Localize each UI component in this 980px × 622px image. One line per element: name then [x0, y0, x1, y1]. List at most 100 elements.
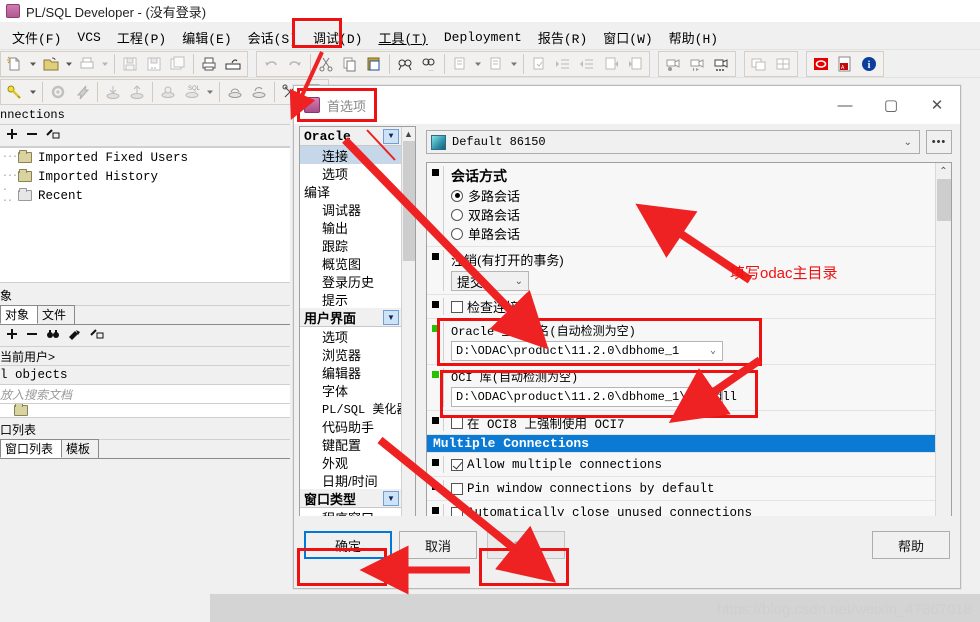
options-scrollbar[interactable]: ⌃ ⌄ [935, 163, 951, 546]
object-properties-icon[interactable] [90, 328, 104, 343]
paste-icon[interactable] [362, 52, 386, 76]
menu-deployment[interactable]: Deployment [436, 28, 530, 47]
scrollbar-thumb[interactable] [403, 141, 415, 261]
force-oci7-checkbox-row[interactable]: 在 OCI8 上强制使用 OCI7 [451, 414, 935, 432]
checkbox-icon[interactable] [451, 458, 463, 471]
category-header-window-types[interactable]: 窗口类型 ▼ [300, 489, 401, 508]
connection-properties-icon[interactable] [46, 128, 60, 143]
apply-button[interactable]: 应用 [487, 531, 565, 559]
minimize-button[interactable]: — [822, 86, 868, 124]
cut-icon[interactable] [314, 52, 338, 76]
cancel-button[interactable]: 取消 [399, 531, 477, 559]
menu-file[interactable]: 文件(F) [4, 26, 69, 49]
checkbox-icon[interactable] [451, 416, 463, 429]
about-icon[interactable]: i [857, 52, 881, 76]
oracle-home-field[interactable]: D:\ODAC\product\11.2.0\dbhome_1 ⌄ [451, 341, 723, 361]
checkbox-icon[interactable] [451, 482, 463, 495]
current-user-row[interactable]: 当前用户> [0, 347, 290, 366]
menu-vcs[interactable]: VCS [69, 28, 108, 47]
radio-icon[interactable] [451, 227, 463, 240]
checkbox-icon[interactable] [451, 300, 463, 313]
pin-window-checkbox-row[interactable]: Pin window connections by default [451, 480, 935, 497]
filter-icon[interactable] [68, 328, 82, 343]
remove-connection-icon[interactable] [26, 128, 38, 143]
scroll-up-icon[interactable]: ⌃ [936, 163, 951, 179]
tree-node-recent[interactable]: · ·· Recent [0, 185, 290, 207]
ok-button[interactable]: 确定 [304, 531, 392, 559]
open-icon[interactable] [39, 52, 63, 76]
category-item-overview[interactable]: 概览图 [300, 254, 401, 272]
help-button[interactable]: 帮助 [872, 531, 950, 559]
radio-multi-session[interactable]: 多路会话 [451, 186, 935, 205]
category-header-oracle[interactable]: Oracle ▼ [300, 127, 401, 146]
printer-setup-icon[interactable] [221, 52, 245, 76]
category-item-options[interactable]: 选项 [300, 164, 401, 182]
login-dropdown-icon[interactable] [27, 80, 39, 104]
oci-library-field[interactable]: D:\ODAC\product\11.2.0\dbhome_1\oci.dll … [451, 387, 737, 407]
category-item-editor[interactable]: 编辑器 [300, 363, 401, 381]
tree-node-imported-history[interactable]: ···· Imported History [0, 167, 290, 186]
category-item-hints[interactable]: 提示 [300, 290, 401, 308]
category-item-code-assistant[interactable]: 代码助手 [300, 417, 401, 435]
tab-window-list[interactable]: 窗口列表 [0, 439, 63, 458]
allow-multiple-checkbox-row[interactable]: Allow multiple connections [451, 456, 935, 473]
macro-options-icon[interactable] [709, 52, 733, 76]
tree-node-imported-fixed-users[interactable]: ···· Imported Fixed Users [0, 148, 290, 167]
preference-set-combo[interactable]: Default 86150 ⌄ [426, 130, 920, 154]
pdf-export-icon[interactable]: A [833, 52, 857, 76]
menu-edit[interactable]: 编辑(E) [174, 26, 239, 49]
category-item-browser[interactable]: 浏览器 [300, 345, 401, 363]
tab-files[interactable]: 文件 [37, 305, 76, 324]
radio-icon[interactable] [451, 208, 463, 221]
menu-report[interactable]: 报告(R) [530, 26, 595, 49]
category-item-fonts[interactable]: 字体 [300, 381, 401, 399]
menu-debug[interactable]: 调试(D) [305, 26, 370, 49]
chevron-down-icon[interactable]: ▼ [383, 309, 399, 325]
scrollbar-thumb[interactable] [937, 179, 951, 221]
menu-session[interactable]: 会话(S) [240, 26, 305, 49]
category-item-date-time[interactable]: 日期/时间 [300, 471, 401, 489]
menu-window[interactable]: 窗口(W) [595, 26, 660, 49]
object-search-input[interactable]: 放入搜索文档 [0, 385, 290, 404]
find-icon[interactable] [393, 52, 417, 76]
category-scrollbar[interactable]: ▲ ▼ [401, 127, 415, 548]
add-object-icon[interactable] [6, 328, 18, 343]
open-dropdown-icon[interactable] [63, 52, 75, 76]
category-header-user-interface[interactable]: 用户界面 ▼ [300, 308, 401, 327]
chevron-down-icon[interactable]: ⌄ [710, 391, 716, 403]
category-item-login-history[interactable]: 登录历史 [300, 272, 401, 290]
radio-icon[interactable] [451, 189, 463, 202]
new-dropdown-icon[interactable] [27, 52, 39, 76]
stop-icon[interactable] [809, 52, 833, 76]
check-connection-checkbox-row[interactable]: 检查连接 [451, 298, 935, 315]
chevron-down-icon[interactable]: ⌄ [904, 137, 912, 148]
category-item-output[interactable]: 输出 [300, 218, 401, 236]
menu-help[interactable]: 帮助(H) [661, 26, 726, 49]
category-item-key-configuration[interactable]: 键配置 [300, 435, 401, 453]
category-item-ui-options[interactable]: 选项 [300, 327, 401, 345]
radio-dual-session[interactable]: 双路会话 [451, 205, 935, 224]
find-next-icon[interactable]: … [417, 52, 441, 76]
category-item-trace[interactable]: 跟踪 [300, 236, 401, 254]
category-item-debugger[interactable]: 调试器 [300, 200, 401, 218]
recent-folder-row[interactable] [0, 404, 290, 418]
menu-project[interactable]: 工程(P) [109, 26, 174, 49]
remove-object-icon[interactable] [26, 328, 38, 343]
tab-objects[interactable]: 对象 [0, 305, 39, 324]
print-preview-icon[interactable] [197, 52, 221, 76]
menu-tools[interactable]: 工具(T) [370, 26, 435, 49]
category-item-compile[interactable]: 编译 [300, 182, 401, 200]
logoff-combo[interactable]: 提交 ⌄ [451, 271, 529, 291]
maximize-button[interactable]: ▢ [868, 86, 914, 124]
category-item-beautifier[interactable]: PL/SQL 美化器 [300, 399, 408, 417]
preference-set-more-button[interactable]: ••• [926, 130, 952, 154]
category-tree[interactable]: Oracle ▼ 连接 选项 编译 调试器 输出 跟踪 概览图 登录历史 提示 … [299, 126, 416, 549]
scroll-up-icon[interactable]: ▲ [402, 127, 415, 141]
copy-icon[interactable] [338, 52, 362, 76]
login-key-icon[interactable] [3, 80, 27, 104]
chevron-down-icon[interactable]: ⌄ [515, 276, 523, 287]
chevron-down-icon[interactable]: ⌄ [710, 345, 716, 357]
connections-tree[interactable]: ···· Imported Fixed Users ···· Imported … [0, 147, 290, 283]
chevron-down-icon[interactable]: ▼ [383, 490, 399, 506]
close-button[interactable]: ✕ [914, 86, 960, 124]
